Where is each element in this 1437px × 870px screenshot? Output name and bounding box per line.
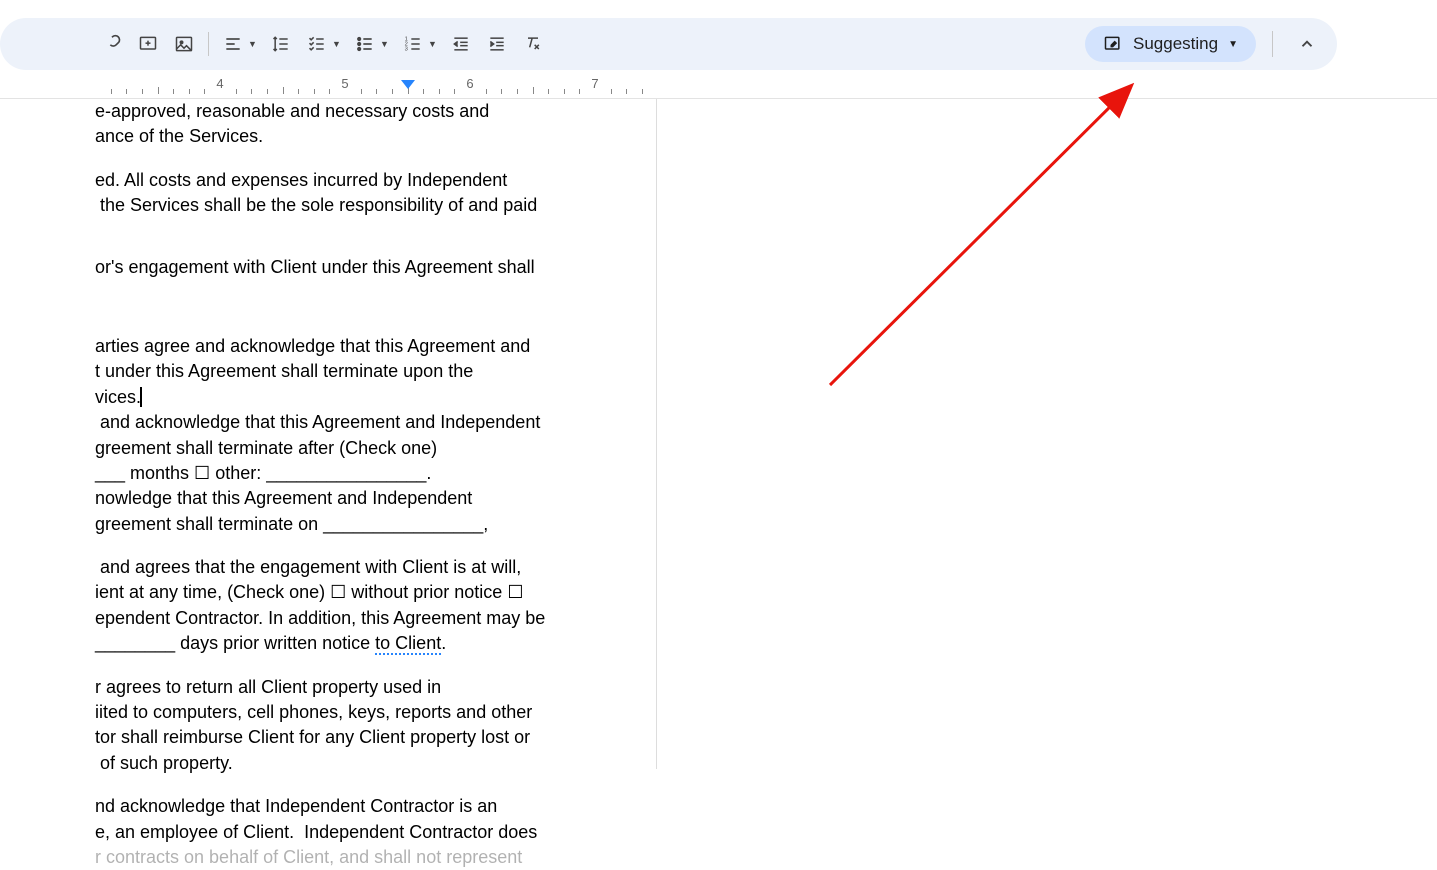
add-comment-icon[interactable] [131, 27, 165, 61]
editing-mode-button[interactable]: Suggesting ▼ [1085, 26, 1256, 62]
grammar-suggestion[interactable]: to Client [375, 633, 441, 655]
insert-image-icon[interactable] [167, 27, 201, 61]
collapse-toolbar-button[interactable] [1289, 26, 1325, 62]
doc-text[interactable]: t under this Agreement shall terminate u… [95, 359, 656, 384]
doc-text[interactable]: r agrees to return all Client property u… [95, 675, 656, 700]
checklist-icon[interactable] [300, 27, 334, 61]
insert-link-icon[interactable] [95, 27, 129, 61]
document-content[interactable]: e-approved, reasonable and necessary cos… [0, 99, 656, 870]
caret-down-icon[interactable]: ▼ [428, 39, 442, 49]
doc-text[interactable]: e, an employee of Client. Independent Co… [95, 820, 656, 845]
doc-text[interactable]: greement shall terminate after (Check on… [95, 436, 656, 461]
caret-down-icon[interactable]: ▼ [380, 39, 394, 49]
indent-marker[interactable] [401, 80, 415, 89]
doc-text[interactable]: or's engagement with Client under this A… [95, 255, 656, 280]
doc-text[interactable]: tor shall reimburse Client for any Clien… [95, 725, 656, 750]
doc-text[interactable]: arties agree and acknowledge that this A… [95, 334, 656, 359]
suggesting-icon [1103, 34, 1123, 54]
toolbar-separator [1272, 31, 1273, 57]
doc-text[interactable]: ________ days prior written notice to Cl… [95, 631, 656, 656]
doc-text[interactable]: and acknowledge that this Agreement and … [95, 410, 656, 435]
toolbar: ▼ ▼ ▼ 123 ▼ [0, 18, 1337, 70]
editing-mode-label: Suggesting [1133, 34, 1218, 54]
ruler-number: 4 [216, 76, 223, 91]
doc-text[interactable]: vices. [95, 385, 656, 410]
toolbar-separator [208, 32, 209, 56]
document-page[interactable]: e-approved, reasonable and necessary cos… [0, 99, 657, 769]
horizontal-ruler[interactable]: 4567 [0, 80, 1437, 99]
doc-text[interactable]: ed. All costs and expenses incurred by I… [95, 168, 656, 193]
clear-formatting-icon[interactable] [516, 27, 550, 61]
text-cursor [140, 387, 142, 407]
doc-text[interactable]: of such property. [95, 751, 656, 776]
align-icon[interactable] [216, 27, 250, 61]
doc-text[interactable]: ependent Contractor. In addition, this A… [95, 606, 656, 631]
doc-text[interactable]: ance of the Services. [95, 124, 656, 149]
doc-text[interactable]: r contracts on behalf of Client, and sha… [95, 845, 656, 870]
ruler-number: 6 [466, 76, 473, 91]
caret-down-icon[interactable]: ▼ [248, 39, 262, 49]
svg-text:3: 3 [405, 47, 408, 53]
ruler-number: 5 [341, 76, 348, 91]
doc-text[interactable]: nowledge that this Agreement and Indepen… [95, 486, 656, 511]
caret-down-icon: ▼ [1228, 39, 1238, 50]
doc-text[interactable]: iited to computers, cell phones, keys, r… [95, 700, 656, 725]
caret-down-icon[interactable]: ▼ [332, 39, 346, 49]
canvas-area [657, 99, 1437, 769]
doc-text[interactable]: the Services shall be the sole responsib… [95, 193, 656, 218]
bulleted-list-icon[interactable] [348, 27, 382, 61]
doc-text[interactable]: and agrees that the engagement with Clie… [95, 555, 656, 580]
decrease-indent-icon[interactable] [444, 27, 478, 61]
increase-indent-icon[interactable] [480, 27, 514, 61]
line-spacing-icon[interactable] [264, 27, 298, 61]
doc-text[interactable]: e-approved, reasonable and necessary cos… [95, 99, 656, 124]
doc-text[interactable]: nd acknowledge that Independent Contract… [95, 794, 656, 819]
doc-text[interactable]: ___ months ☐ other: ________________. [95, 461, 656, 486]
ruler-number: 7 [591, 76, 598, 91]
doc-text[interactable]: ient at any time, (Check one) ☐ without … [95, 580, 656, 605]
doc-text[interactable]: greement shall terminate on ____________… [95, 512, 656, 537]
numbered-list-icon[interactable]: 123 [396, 27, 430, 61]
